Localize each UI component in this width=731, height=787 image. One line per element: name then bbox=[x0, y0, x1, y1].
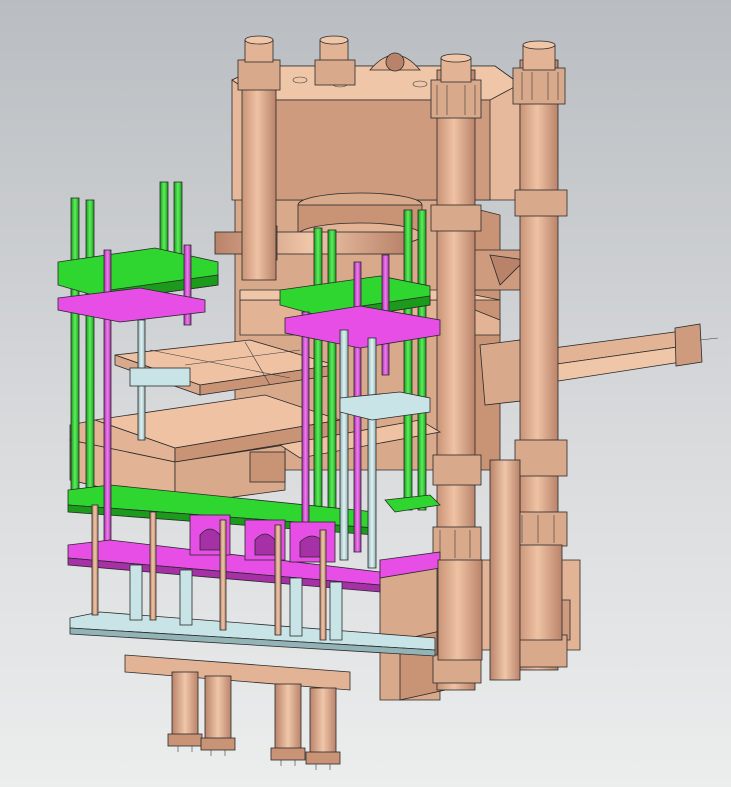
bottom-cylinders bbox=[124, 654, 351, 770]
cad-viewport[interactable] bbox=[0, 0, 731, 787]
press-machine-assembly bbox=[57, 35, 719, 770]
horizontal-actuator bbox=[479, 323, 719, 406]
